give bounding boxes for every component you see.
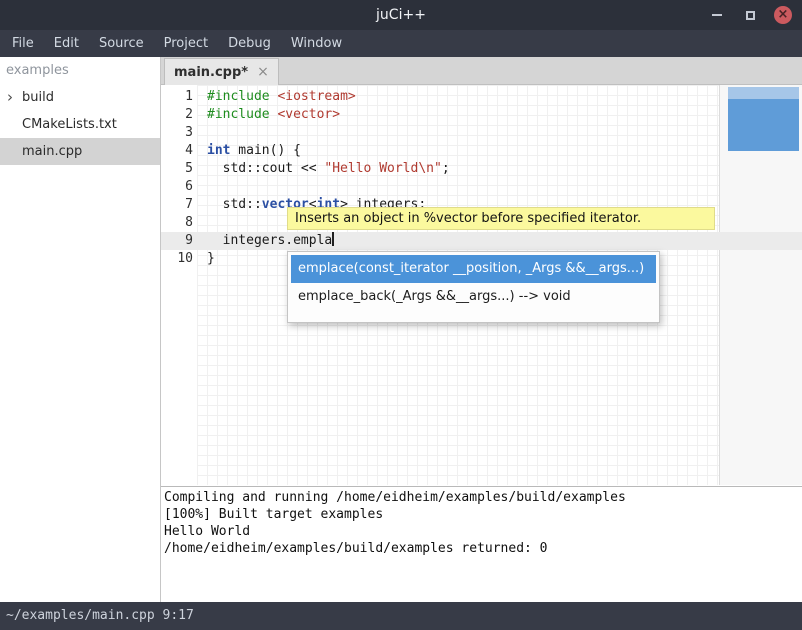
- scrollbar-indicator[interactable]: [728, 87, 799, 151]
- menu-debug[interactable]: Debug: [218, 30, 281, 57]
- restore-button[interactable]: [741, 6, 759, 24]
- code-text: integers.empla: [207, 232, 334, 250]
- code-line-5[interactable]: 5 std::cout << "Hello World\n";: [161, 160, 802, 178]
- menu-source[interactable]: Source: [89, 30, 154, 57]
- output-line: [100%] Built target examples: [164, 506, 802, 523]
- scrollbar-indicator-thumb[interactable]: [728, 99, 799, 151]
- tree-item-label: build: [22, 90, 54, 105]
- output-panel[interactable]: Compiling and running /home/eidheim/exam…: [161, 486, 802, 602]
- code-line-4[interactable]: 4 int main() {: [161, 142, 802, 160]
- completion-popup: emplace(const_iterator __position, _Args…: [287, 251, 660, 323]
- content-area: main.cpp* × 1 #include <iostream> 2 #includ…: [161, 57, 802, 602]
- tree-item-main-cpp[interactable]: main.cpp: [0, 138, 160, 165]
- tab-label: main.cpp*: [174, 65, 248, 80]
- output-line: Hello World: [164, 523, 802, 540]
- close-icon: ×: [778, 6, 789, 24]
- line-number: 9: [161, 232, 193, 250]
- sidebar: examples › build CMakeLists.txt main.cpp: [0, 57, 161, 602]
- status-bar: ~/examples/main.cpp 9:17: [0, 602, 802, 630]
- code-line-2[interactable]: 2 #include <vector>: [161, 106, 802, 124]
- code-editor[interactable]: 1 #include <iostream> 2 #include <vector> 34…: [161, 85, 802, 485]
- completion-item[interactable]: emplace_back(_Args &&__args...) --> void: [291, 283, 656, 311]
- line-number: 1: [161, 88, 193, 106]
- file-tree: › build CMakeLists.txt main.cpp: [0, 84, 160, 165]
- tree-item-label: CMakeLists.txt: [22, 117, 117, 132]
- chevron-right-icon[interactable]: ›: [7, 84, 13, 110]
- line-number: 4: [161, 142, 193, 160]
- app-window: juCi++ × FileEditSourceProjectDebugWindo…: [0, 0, 802, 630]
- doc-tooltip: Inserts an object in %vector before spec…: [287, 207, 715, 230]
- code-text: #include <iostream>: [207, 88, 356, 106]
- status-text: ~/examples/main.cpp 9:17: [6, 608, 194, 623]
- code-line-1[interactable]: 1 #include <iostream>: [161, 88, 802, 106]
- tab-main-cpp[interactable]: main.cpp* ×: [164, 58, 279, 85]
- minimize-icon: [712, 14, 722, 16]
- menu-project[interactable]: Project: [154, 30, 218, 57]
- line-number: 3: [161, 124, 193, 142]
- tab-close-icon[interactable]: ×: [257, 64, 269, 80]
- tab-bar: main.cpp* ×: [161, 57, 802, 85]
- line-number: 5: [161, 160, 193, 178]
- line-number: 6: [161, 178, 193, 196]
- code-line-9[interactable]: 9 integers.empla: [161, 232, 802, 250]
- line-number: 10: [161, 250, 193, 268]
- line-number: 8: [161, 214, 193, 232]
- tree-item-label: main.cpp: [22, 144, 82, 159]
- code-text: }: [207, 250, 215, 268]
- menu-window[interactable]: Window: [281, 30, 352, 57]
- sidebar-header: examples: [0, 57, 160, 84]
- completion-item[interactable]: emplace(const_iterator __position, _Args…: [291, 255, 656, 283]
- line-number: 7: [161, 196, 193, 214]
- tree-item-cmakelists-txt[interactable]: CMakeLists.txt: [0, 111, 160, 138]
- code-line-3[interactable]: 3: [161, 124, 802, 142]
- window-controls: ×: [708, 0, 792, 30]
- code-text: int main() {: [207, 142, 301, 160]
- output-line: Compiling and running /home/eidheim/exam…: [164, 489, 802, 506]
- code-text: #include <vector>: [207, 106, 340, 124]
- restore-icon: [746, 11, 755, 20]
- line-number: 2: [161, 106, 193, 124]
- code-line-6[interactable]: 6: [161, 178, 802, 196]
- title-bar[interactable]: juCi++ ×: [0, 0, 802, 30]
- close-button[interactable]: ×: [774, 6, 792, 24]
- menubar: FileEditSourceProjectDebugWindow: [0, 30, 802, 57]
- code-lines: 1 #include <iostream> 2 #include <vector> 34…: [161, 88, 802, 268]
- output-line: /home/eidheim/examples/build/examples re…: [164, 540, 802, 557]
- window-title: juCi++: [0, 0, 802, 30]
- menu-edit[interactable]: Edit: [44, 30, 89, 57]
- tree-item-build[interactable]: › build: [0, 84, 160, 111]
- code-text: std::cout << "Hello World\n";: [207, 160, 450, 178]
- menu-file[interactable]: File: [2, 30, 44, 57]
- scrollbar-indicator-light: [728, 87, 799, 99]
- text-cursor: [332, 232, 334, 246]
- minimize-button[interactable]: [708, 6, 726, 24]
